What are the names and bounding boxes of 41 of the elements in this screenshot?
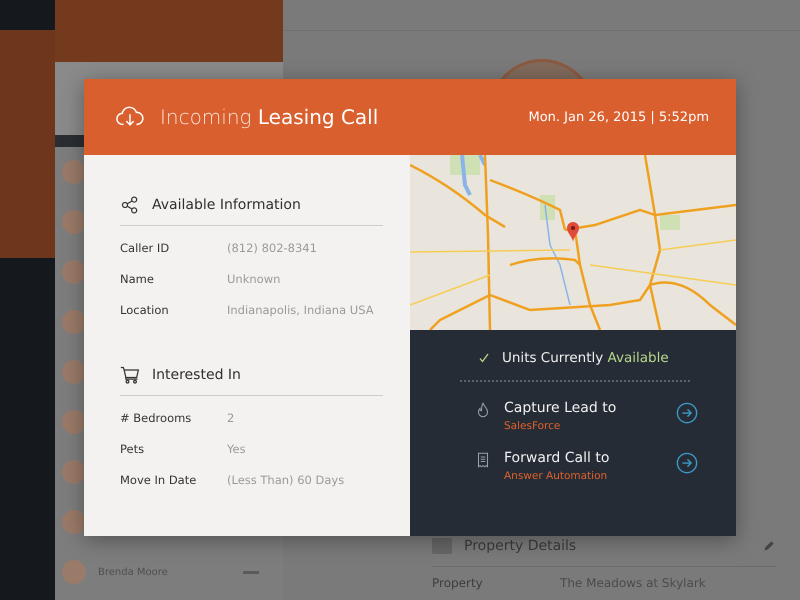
action-title: Forward Call to xyxy=(504,450,610,466)
arrow-button[interactable] xyxy=(676,402,698,424)
cloud-download-icon xyxy=(116,106,144,128)
section-heading: Available Information xyxy=(152,197,301,213)
field-label: Property xyxy=(432,576,484,590)
field-value: (Less Than) 60 Days xyxy=(227,472,344,486)
field-value: 2 xyxy=(227,410,234,424)
avatar xyxy=(62,210,86,234)
dialog-title: Incoming Leasing Call xyxy=(160,105,380,129)
field-value: Yes xyxy=(227,442,246,456)
avatar xyxy=(62,360,86,384)
field-label: # Bedrooms xyxy=(120,410,192,424)
date-time: Mon. Jan 26, 2015 | 5:52pm xyxy=(528,110,709,124)
cart-icon xyxy=(120,365,140,385)
avatar xyxy=(62,410,86,434)
building-icon xyxy=(432,538,452,554)
field-label: Location xyxy=(120,302,170,316)
field-value: Unknown xyxy=(227,272,280,286)
field-label: Pets xyxy=(120,442,146,456)
avatar xyxy=(62,460,86,484)
field-label: Name xyxy=(120,272,155,286)
avatar xyxy=(62,160,86,184)
section-heading: Interested In xyxy=(152,367,241,383)
field-label: Move In Date xyxy=(120,472,198,486)
pencil-icon xyxy=(762,539,776,553)
field-value: (812) 802-8341 xyxy=(227,240,317,254)
availability-status: Units Currently Available xyxy=(502,350,669,366)
avatar xyxy=(62,560,86,584)
avatar xyxy=(62,310,86,334)
section-title: Property Details xyxy=(464,538,578,554)
action-target: SalesForce xyxy=(504,420,562,432)
avatar xyxy=(62,510,86,534)
check-icon xyxy=(478,352,490,364)
arrow-button[interactable] xyxy=(676,452,698,474)
avatar xyxy=(62,260,86,284)
field-value: Indianapolis, Indiana USA xyxy=(227,302,374,316)
share-icon xyxy=(120,195,140,215)
map-pin-icon xyxy=(567,222,579,242)
field-label: Caller ID xyxy=(120,240,170,254)
action-title: Capture Lead to xyxy=(504,400,618,416)
action-target: Answer Automation xyxy=(504,470,608,482)
